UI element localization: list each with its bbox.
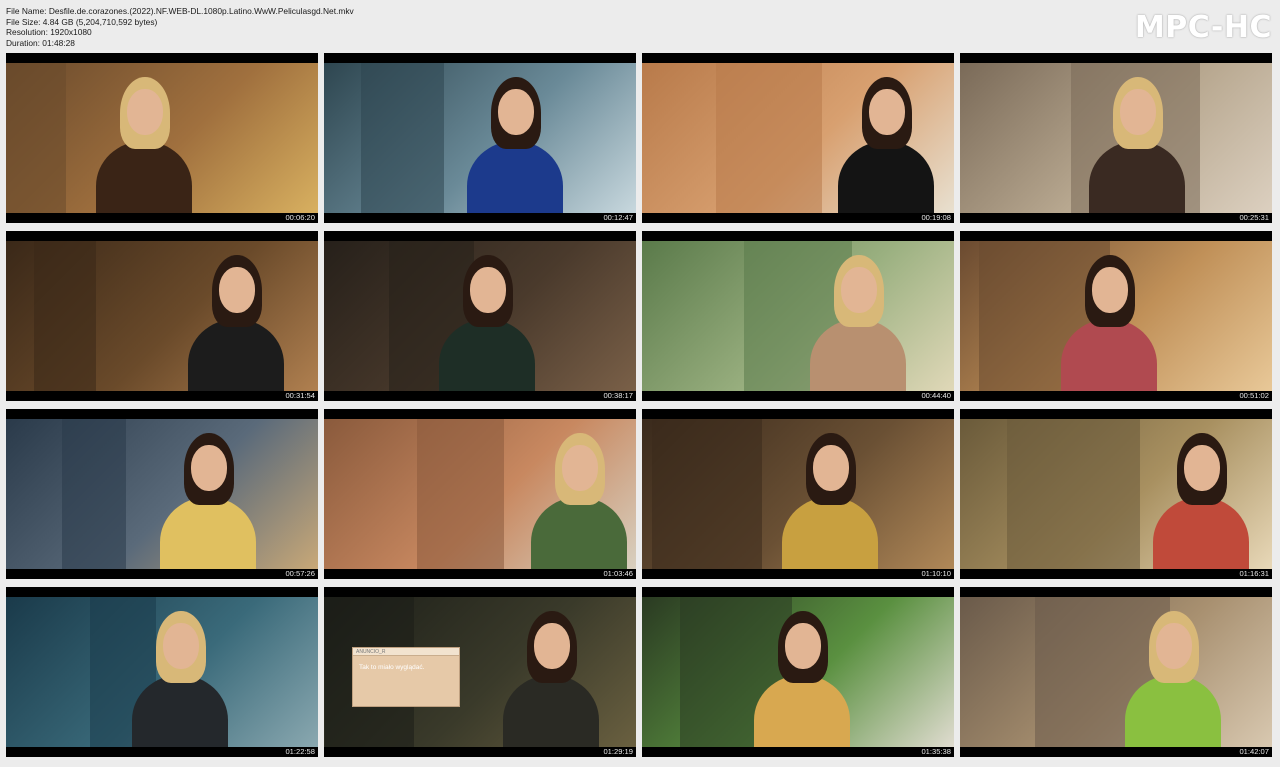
thumbnail-timestamp: 00:06:20 bbox=[285, 213, 315, 222]
scene-background-shape bbox=[361, 63, 444, 213]
video-thumbnail: 01:35:38 bbox=[642, 587, 954, 757]
mpc-hc-logo: MPC-HC bbox=[1134, 10, 1272, 45]
thumbnail-timestamp: 01:03:46 bbox=[603, 569, 633, 578]
video-thumbnail: 00:38:17 bbox=[324, 231, 636, 401]
thumbnail-frame bbox=[642, 419, 954, 569]
file-info: File Name: Desfile.de.corazones.(2022).N… bbox=[6, 6, 354, 48]
thumbnail-timestamp: 00:44:40 bbox=[921, 391, 951, 400]
thumbnail-timestamp: 00:31:54 bbox=[285, 391, 315, 400]
thumbnail-frame bbox=[642, 63, 954, 213]
video-thumbnail: 00:25:31 bbox=[960, 53, 1272, 223]
scene-background-shape bbox=[716, 63, 822, 213]
video-thumbnail: 00:31:54 bbox=[6, 231, 318, 401]
person-face bbox=[534, 623, 570, 669]
thumbnail-frame bbox=[642, 241, 954, 391]
person-face bbox=[498, 89, 534, 135]
thumbnail-frame bbox=[960, 419, 1272, 569]
video-thumbnail: 00:57:26 bbox=[6, 409, 318, 579]
scene-background-shape bbox=[417, 419, 504, 569]
thumbnail-frame bbox=[960, 63, 1272, 213]
scene-background-shape bbox=[34, 241, 96, 391]
video-thumbnail: 01:10:10 bbox=[642, 409, 954, 579]
video-thumbnail: 00:19:08 bbox=[642, 53, 954, 223]
video-thumbnail: 00:12:47 bbox=[324, 53, 636, 223]
thumbnail-grid: 00:06:20 00:12:47 00:19:08 00:25:31 00:31:54… bbox=[6, 53, 1274, 761]
person-figure bbox=[160, 497, 256, 569]
scene-background-shape bbox=[1007, 419, 1140, 569]
thumbnail-timestamp: 00:51:02 bbox=[1239, 391, 1269, 400]
person-face bbox=[562, 445, 598, 491]
thumbnail-timestamp: 00:25:31 bbox=[1239, 213, 1269, 222]
person-figure bbox=[96, 141, 192, 213]
file-size: File Size: 4.84 GB (5,204,710,592 bytes) bbox=[6, 16, 158, 27]
scene-background-shape bbox=[6, 63, 66, 213]
subtitle-window-titlebar: ANUNCIO_R bbox=[353, 648, 459, 656]
scene-background-shape bbox=[62, 419, 126, 569]
video-thumbnail: 00:06:20 bbox=[6, 53, 318, 223]
thumbnail-timestamp: 00:12:47 bbox=[603, 213, 633, 222]
thumbnail-timestamp: 01:16:31 bbox=[1239, 569, 1269, 578]
person-face bbox=[163, 623, 199, 669]
file-name: File Name: Desfile.de.corazones.(2022).N… bbox=[6, 6, 354, 16]
thumbnail-frame bbox=[324, 241, 636, 391]
person-face bbox=[813, 445, 849, 491]
thumbnail-frame bbox=[960, 241, 1272, 391]
thumbnail-timestamp: 01:35:38 bbox=[921, 747, 951, 756]
thumbnail-timestamp: 01:29:19 bbox=[603, 747, 633, 756]
thumbnail-frame bbox=[324, 63, 636, 213]
thumbnail-frame bbox=[6, 63, 318, 213]
person-face bbox=[470, 267, 506, 313]
person-face bbox=[1184, 445, 1220, 491]
person-face bbox=[127, 89, 163, 135]
video-thumbnail: 01:16:31 bbox=[960, 409, 1272, 579]
thumbnail-frame bbox=[642, 597, 954, 747]
subtitle-text: Tak to miało wyglądać. bbox=[359, 664, 425, 671]
thumbnail-timestamp: 00:57:26 bbox=[285, 569, 315, 578]
thumbnail-frame bbox=[324, 419, 636, 569]
thumbnail-timestamp: 01:22:58 bbox=[285, 747, 315, 756]
video-thumbnail: 01:03:46 bbox=[324, 409, 636, 579]
person-face bbox=[1156, 623, 1192, 669]
person-figure bbox=[1153, 497, 1249, 569]
video-thumbnail: ANUNCIO_R Tak to miało wyglądać. 01:29:19 bbox=[324, 587, 636, 757]
person-face bbox=[841, 267, 877, 313]
person-figure bbox=[503, 675, 599, 747]
thumbnail-frame bbox=[6, 597, 318, 747]
person-face bbox=[219, 267, 255, 313]
person-face bbox=[191, 445, 227, 491]
thumbnail-timestamp: 00:19:08 bbox=[921, 213, 951, 222]
thumbnail-timestamp: 00:38:17 bbox=[603, 391, 633, 400]
subtitle-window: ANUNCIO_R Tak to miało wyglądać. bbox=[352, 647, 460, 707]
resolution: Resolution: 1920x1080 bbox=[6, 27, 92, 38]
video-thumbnail: 01:22:58 bbox=[6, 587, 318, 757]
thumbnail-frame bbox=[6, 419, 318, 569]
person-figure bbox=[188, 319, 284, 391]
person-figure bbox=[782, 497, 878, 569]
video-thumbnail: 01:42:07 bbox=[960, 587, 1272, 757]
thumbnail-timestamp: 01:42:07 bbox=[1239, 747, 1269, 756]
thumbnail-frame bbox=[6, 241, 318, 391]
person-face bbox=[1092, 267, 1128, 313]
thumbnail-timestamp: 01:10:10 bbox=[921, 569, 951, 578]
scene-background-shape bbox=[652, 419, 762, 569]
thumbnail-frame bbox=[960, 597, 1272, 747]
person-face bbox=[1120, 89, 1156, 135]
person-face bbox=[869, 89, 905, 135]
person-figure bbox=[531, 497, 627, 569]
video-thumbnail: 00:44:40 bbox=[642, 231, 954, 401]
thumbnail-frame: ANUNCIO_R Tak to miało wyglądać. bbox=[324, 597, 636, 747]
duration: Duration: 01:48:28 bbox=[6, 37, 75, 48]
person-face bbox=[785, 623, 821, 669]
person-figure bbox=[467, 141, 563, 213]
video-thumbnail: 00:51:02 bbox=[960, 231, 1272, 401]
person-figure bbox=[838, 141, 934, 213]
